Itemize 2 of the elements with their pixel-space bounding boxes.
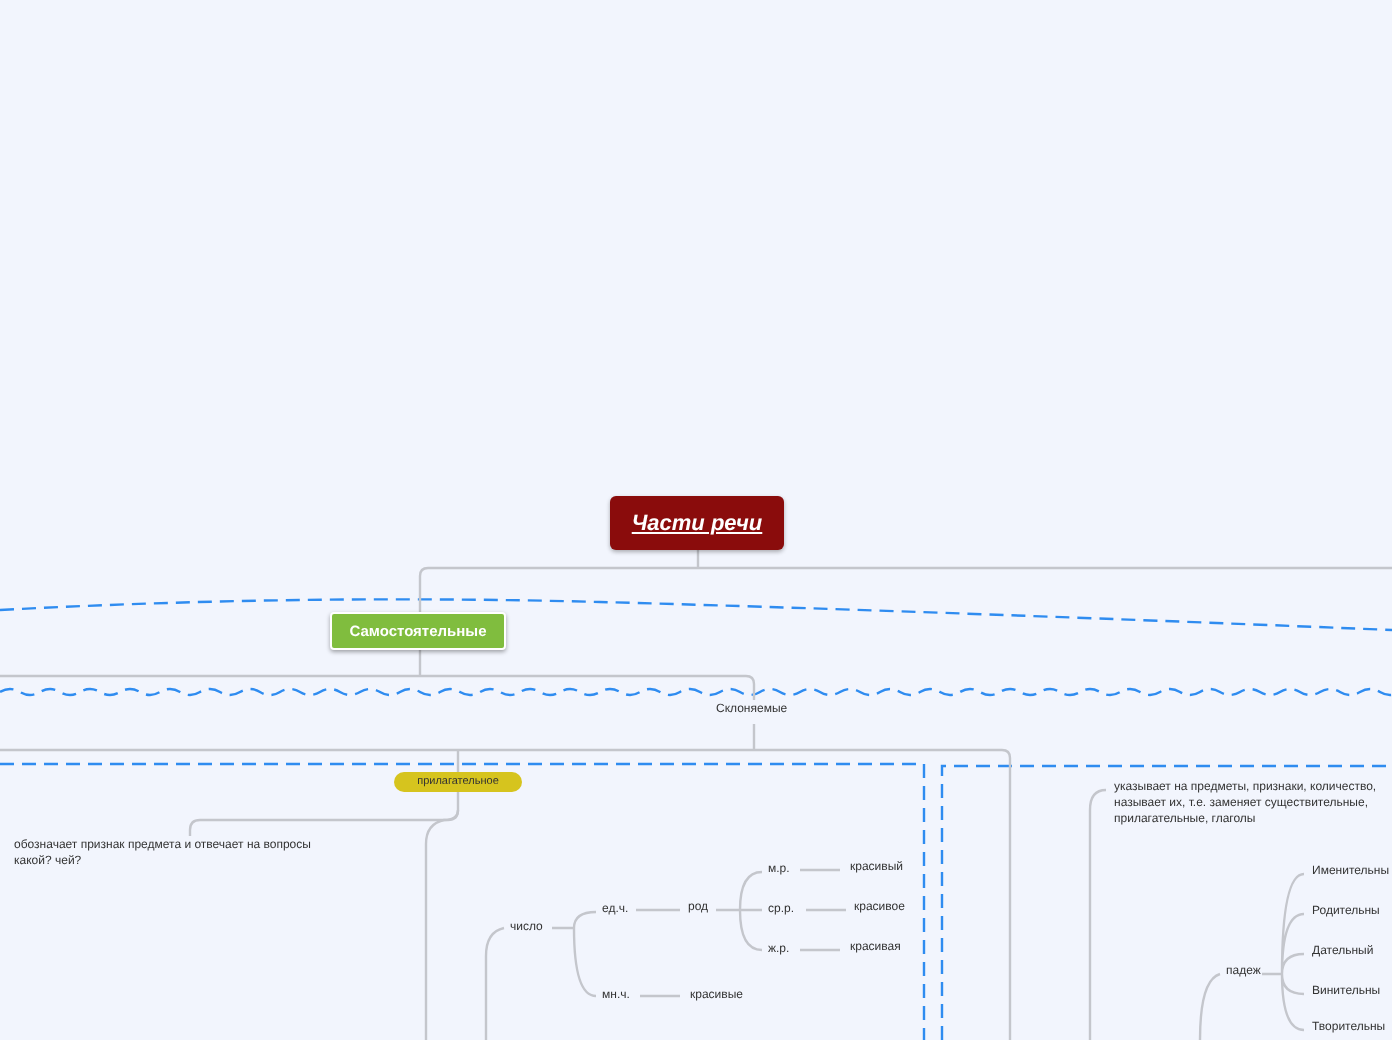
central-topic[interactable]: Части речи — [610, 496, 784, 550]
connector-line — [1198, 972, 1221, 1040]
